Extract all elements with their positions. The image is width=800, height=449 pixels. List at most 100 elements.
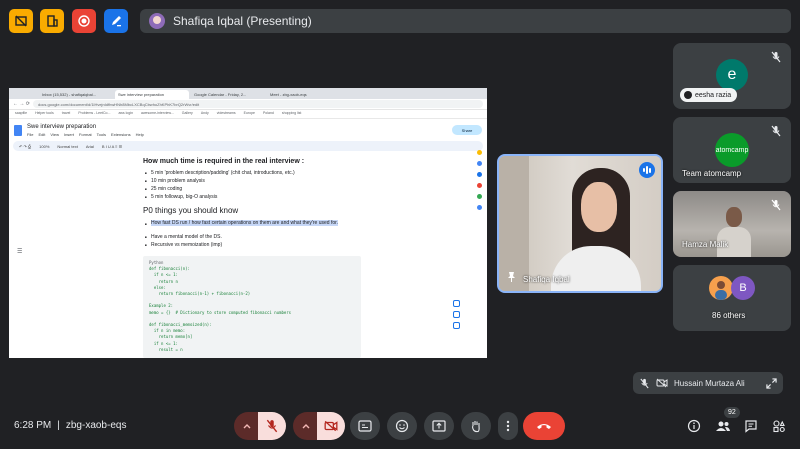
docs-toolbar: ↶ ↷ ⎙ 100% Normal text Arial B I U A ≡ ☰ [13, 141, 483, 151]
avatar: atomcamp [715, 133, 749, 167]
font-select: Arial [85, 143, 94, 149]
people-button[interactable] [715, 418, 731, 434]
avatar-photo [709, 276, 733, 300]
participant-tile[interactable]: e eesha razia [673, 43, 791, 109]
more-vert-icon [506, 420, 510, 432]
share-button: Share [452, 125, 482, 135]
record-icon[interactable] [72, 9, 96, 33]
participant-tile[interactable]: atomcamp Team atomcamp [673, 117, 791, 183]
more-options-button[interactable] [498, 412, 518, 440]
others-tile[interactable]: B 86 others [673, 265, 791, 331]
raised-hand-icon [684, 91, 692, 99]
bullet-item: Have a mental model of the DS. [145, 234, 222, 240]
hand-icon [472, 421, 480, 433]
comment-icons [453, 300, 460, 334]
url-field: docs.google.com/document/d/1lHvejnIdfhwH… [32, 100, 483, 108]
shared-screen: Inbox (15,532) - shafiqaiqbal... Swe int… [9, 88, 487, 358]
browser-tab: Google Calendar - Friday, 2... [194, 92, 247, 97]
activities-button[interactable] [771, 418, 787, 434]
avatar: e [716, 59, 748, 91]
hang-up-icon [537, 424, 551, 429]
bottom-bar: 6:28 PM | zbg-xaob-eqs [0, 404, 800, 449]
menu-item: File [27, 131, 34, 137]
leave-call-button[interactable] [523, 412, 565, 440]
mic-off-icon [771, 199, 781, 211]
participant-name: Hamza Malik [682, 240, 729, 249]
bullet-item: 5 min 'problem description/padding' (chi… [145, 170, 295, 176]
bookmark: aws login [118, 111, 134, 115]
bullet-item: 10 min problem analysis [145, 178, 205, 184]
video-options-button[interactable] [293, 412, 319, 440]
code-block: Python def fibonacci(n): if n <= 1: retur… [143, 256, 361, 358]
participant-name: Team atomcamp [682, 169, 742, 178]
bookmark: videstreams [216, 111, 236, 115]
building-icon[interactable] [40, 9, 64, 33]
present-button[interactable] [424, 412, 454, 440]
speaker-video [581, 182, 617, 232]
browser-tab: Meet - zbg-xaob-eqs [270, 92, 307, 97]
clock-time: 6:28 PM [14, 420, 52, 431]
present-screen-icon [432, 420, 446, 432]
bookmark: Problems - LeetCo... [78, 111, 111, 115]
participant-tile[interactable]: Hamza Malik [673, 191, 791, 257]
bookmark: travel [61, 111, 71, 115]
mic-off-icon [266, 419, 278, 433]
meeting-code: zbg-xaob-eqs [65, 420, 127, 431]
nav-arrows-icon: ← → ⟳ [13, 101, 30, 107]
speaking-indicator-icon [639, 162, 655, 178]
chevron-up-icon [302, 424, 310, 429]
avatar: B [731, 276, 755, 300]
captions-button[interactable] [350, 412, 380, 440]
menu-item: Insert [63, 131, 74, 137]
highlighted-text: How fast DS run / how fast certain opera… [151, 220, 338, 226]
mic-toggle-button[interactable] [258, 412, 286, 440]
docs-header: Swe interview preparation File Edit View… [9, 119, 487, 141]
bookmark: saapfile [15, 111, 28, 115]
browser-tab: Swe interview preparation [115, 90, 189, 99]
bookmark: awesome-interview... [141, 111, 174, 115]
bullet-item-highlighted: How fast DS run / how fast certain opera… [145, 220, 356, 227]
speaker-tile[interactable]: Shafiqa Iqbal [497, 154, 663, 293]
browser-tab: Inbox (15,532) - shafiqaiqbal... [42, 92, 97, 97]
format-icons: B I U A ≡ ☰ [101, 143, 123, 149]
bullet-item: 25 min coding [145, 186, 182, 192]
side-panel-icons [474, 150, 484, 210]
chat-button[interactable] [743, 418, 759, 434]
doc-page: How much time is required in the real in… [121, 158, 381, 358]
participant-name: Hussain Murtaza Ali [674, 378, 745, 388]
bookmark: Helper tools [35, 111, 54, 115]
edit-icon[interactable] [104, 9, 128, 33]
menu-item: Edit [38, 131, 46, 137]
bookmark: shopping list [281, 111, 302, 115]
camera-toggle-button[interactable] [317, 412, 345, 440]
bookmark: Andy [200, 111, 209, 115]
pin-icon[interactable] [507, 271, 516, 284]
undo-redo-icon: ↶ ↷ ⎙ [19, 143, 32, 149]
cast-off-icon[interactable] [9, 9, 33, 33]
menu-item: Tools [96, 131, 106, 137]
meeting-info: 6:28 PM | zbg-xaob-eqs [14, 420, 126, 431]
chevron-up-icon [243, 424, 251, 429]
camera-off-icon [324, 420, 338, 432]
menu-item: Extensions [111, 131, 131, 137]
participant-name-chip: eesha razia [680, 88, 738, 102]
floating-participant-bar[interactable]: Hussain Murtaza Ali [633, 372, 783, 394]
zoom-value: 100% [39, 143, 50, 149]
raise-hand-button[interactable] [461, 412, 491, 440]
chat-icon [745, 420, 757, 433]
doc-title: Swe interview preparation [27, 123, 97, 130]
expand-icon[interactable] [766, 377, 777, 389]
participant-name: eesha razia [695, 91, 732, 99]
camera-off-icon [656, 378, 668, 388]
participant-video [726, 207, 742, 227]
bullet-item: 5 min followup, big-O analysis [145, 194, 217, 200]
top-bar: Shafiqa Iqbal (Presenting) [0, 0, 800, 44]
meeting-details-button[interactable] [686, 418, 702, 434]
presentation-banner[interactable]: Shafiqa Iqbal (Presenting) [140, 9, 791, 33]
reactions-button[interactable] [387, 412, 417, 440]
participants-count-badge: 92 [724, 407, 740, 418]
mic-off-icon [771, 125, 781, 137]
docs-menu-bar: File Edit View Insert Format Tools Exten… [27, 132, 144, 137]
audio-options-button[interactable] [234, 412, 260, 440]
separator: | [57, 420, 60, 431]
